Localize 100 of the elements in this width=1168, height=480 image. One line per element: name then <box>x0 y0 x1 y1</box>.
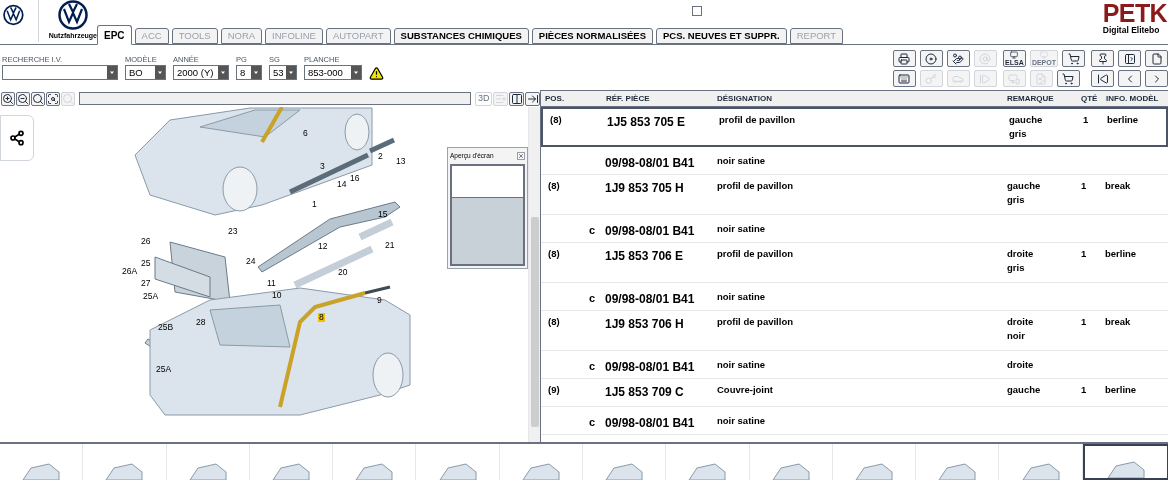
remark-cell-text: droite <box>1007 247 1035 261</box>
arrow-to-line-button[interactable] <box>525 91 540 106</box>
hand-coins-icon <box>952 52 965 65</box>
columns-icon <box>510 92 523 105</box>
disc-button[interactable] <box>919 50 943 67</box>
position-cell-text: (8) <box>548 179 560 193</box>
table-row[interactable]: (8) 1J9 853 706 H profil de pavillon droite noir 1 break <box>541 311 1168 351</box>
remark-cell-text: gris <box>1009 127 1028 141</box>
page-button[interactable] <box>1145 50 1168 67</box>
search-icon <box>62 92 74 105</box>
zoom-in-button[interactable] <box>1 91 15 106</box>
chevron-right-button[interactable] <box>1145 70 1168 87</box>
zoom-fit-icon <box>32 92 44 105</box>
quantity-cell-text: 1 <box>1080 179 1088 193</box>
disc-icon <box>925 52 938 65</box>
tab[interactable]: PCS. NEUVES ET SUPPR. <box>656 28 787 44</box>
column-header: RÉF. PIÈCE <box>605 92 651 105</box>
hand-coins-button[interactable] <box>946 50 970 67</box>
dropdown-caret-icon <box>251 66 261 79</box>
tab[interactable]: EPC <box>97 25 132 45</box>
monitor-icon <box>1008 51 1021 59</box>
designation-cell-text: profil de pavillon <box>718 113 796 127</box>
table-row[interactable]: (8) 1J5 853 705 E profil de pavillon gauche gris 1 berline <box>541 107 1168 147</box>
dropdown-field[interactable]: BO <box>125 65 166 80</box>
callout-number: 9 <box>377 296 382 305</box>
share-button[interactable] <box>0 115 34 161</box>
cart-button[interactable] <box>1056 70 1080 87</box>
zoom-area-button[interactable] <box>46 91 60 106</box>
page-icon <box>1150 52 1163 65</box>
dropdown-field[interactable]: 8 <box>236 65 262 80</box>
tab[interactable]: SUBSTANCES CHIMIQUES <box>393 28 529 44</box>
callout-number: 14 <box>337 180 347 189</box>
table-row[interactable]: c 09/98-08/01 B41 noir satine <box>541 407 1168 435</box>
panel-button[interactable] <box>1118 50 1141 67</box>
designation-cell-text: Couvre-joint <box>716 383 774 397</box>
keyboard-button[interactable] <box>892 70 916 87</box>
model-info-cell-text: berline <box>1106 113 1140 127</box>
quantity-cell-text: 1 <box>1080 383 1088 397</box>
table-row[interactable]: (8) 1J5 853 706 E profil de pavillon droite gris 1 berline <box>541 243 1168 283</box>
tab[interactable]: PIÈCES NORMALISÉES <box>531 28 653 44</box>
callout-number: 13 <box>396 157 406 166</box>
position-cell-text: (9) <box>548 383 560 397</box>
product-logo-text: PETK <box>1102 1 1167 26</box>
zoom-out-button[interactable] <box>16 91 30 106</box>
cart-button[interactable] <box>1062 50 1085 67</box>
plate-thumbnail[interactable] <box>1082 444 1168 480</box>
change-marker: c <box>588 291 595 306</box>
columns-button[interactable] <box>509 91 525 106</box>
table-row[interactable]: c 09/98-08/01 B41 noir satine <box>541 283 1168 311</box>
callout-number: 3 <box>320 162 325 171</box>
dropdown-caret-icon <box>218 66 228 79</box>
dropdown-caret-icon <box>155 66 165 79</box>
keyboard-icon <box>898 72 911 85</box>
printer-button[interactable] <box>892 50 916 67</box>
stocks-checkbox[interactable] <box>692 6 702 16</box>
dropdown-field[interactable] <box>2 65 118 80</box>
remark-cell-text: noir <box>1007 329 1026 343</box>
remark-cell-text: gauche <box>1009 113 1044 127</box>
position-cell-text: (8) <box>548 315 560 329</box>
table-row[interactable]: (9) 1J5 853 709 C Couvre-joint gauche 1 berline <box>541 379 1168 407</box>
callout-number: 25A <box>156 365 172 374</box>
model-info-cell-text: berline <box>1104 247 1138 261</box>
table-row[interactable]: c 09/98-08/01 B41 noir satine droite <box>541 351 1168 379</box>
search-field[interactable] <box>79 92 472 105</box>
zoom-out-icon <box>17 92 29 105</box>
dropdown-field[interactable]: 53 <box>269 65 297 80</box>
chevron-left-button[interactable] <box>1118 70 1141 87</box>
remark-cell-text: droite <box>1007 315 1035 329</box>
vertical-scrollbar[interactable] <box>528 107 540 442</box>
table-row[interactable]: c 09/98-08/01 B41 noir satine <box>541 215 1168 243</box>
callout-number: 10 <box>272 291 282 300</box>
designation-cell-text: noir satine <box>716 358 767 372</box>
zoom-in-icon <box>2 92 14 105</box>
close-icon[interactable] <box>517 152 525 160</box>
callout-number: 20 <box>338 268 348 277</box>
column-header: QTÉ <box>1080 92 1099 105</box>
step-forward-icon <box>979 72 992 85</box>
model-info-cell-text: break <box>1104 315 1132 329</box>
table-row[interactable]: 09/98-08/01 B41 noir satine <box>541 147 1168 175</box>
model-info-cell-text: berline <box>1104 383 1138 397</box>
callout-number: 2 <box>378 152 383 161</box>
part-number-cell-text: 09/98-08/01 B41 <box>604 359 696 376</box>
dropdown-field[interactable]: 853-000 <box>304 65 362 80</box>
pin-button[interactable] <box>1091 50 1114 67</box>
column-header: POS. <box>544 92 566 105</box>
part-number-cell-text: 09/98-08/01 B41 <box>604 223 696 240</box>
skip-back-button[interactable] <box>1091 70 1114 87</box>
zoom-fit-button[interactable] <box>31 91 45 106</box>
callout-number: 23 <box>228 227 238 236</box>
callout-number: 26A <box>122 267 138 276</box>
cart-icon <box>1067 52 1080 65</box>
designation-cell-text: noir satine <box>716 154 767 168</box>
remark-cell-text: gris <box>1007 261 1026 275</box>
callout-number: 25A <box>143 292 159 301</box>
at-sign-icon <box>979 52 992 65</box>
scroll-thumb[interactable] <box>530 217 539 427</box>
table-row[interactable]: (8) 1J9 853 705 H profil de pavillon gauche gris 1 break <box>541 175 1168 215</box>
dropdown-field[interactable]: 2000 (Y) <box>173 65 229 80</box>
dropdown-caret-icon <box>107 66 117 79</box>
printer-icon <box>898 52 911 65</box>
